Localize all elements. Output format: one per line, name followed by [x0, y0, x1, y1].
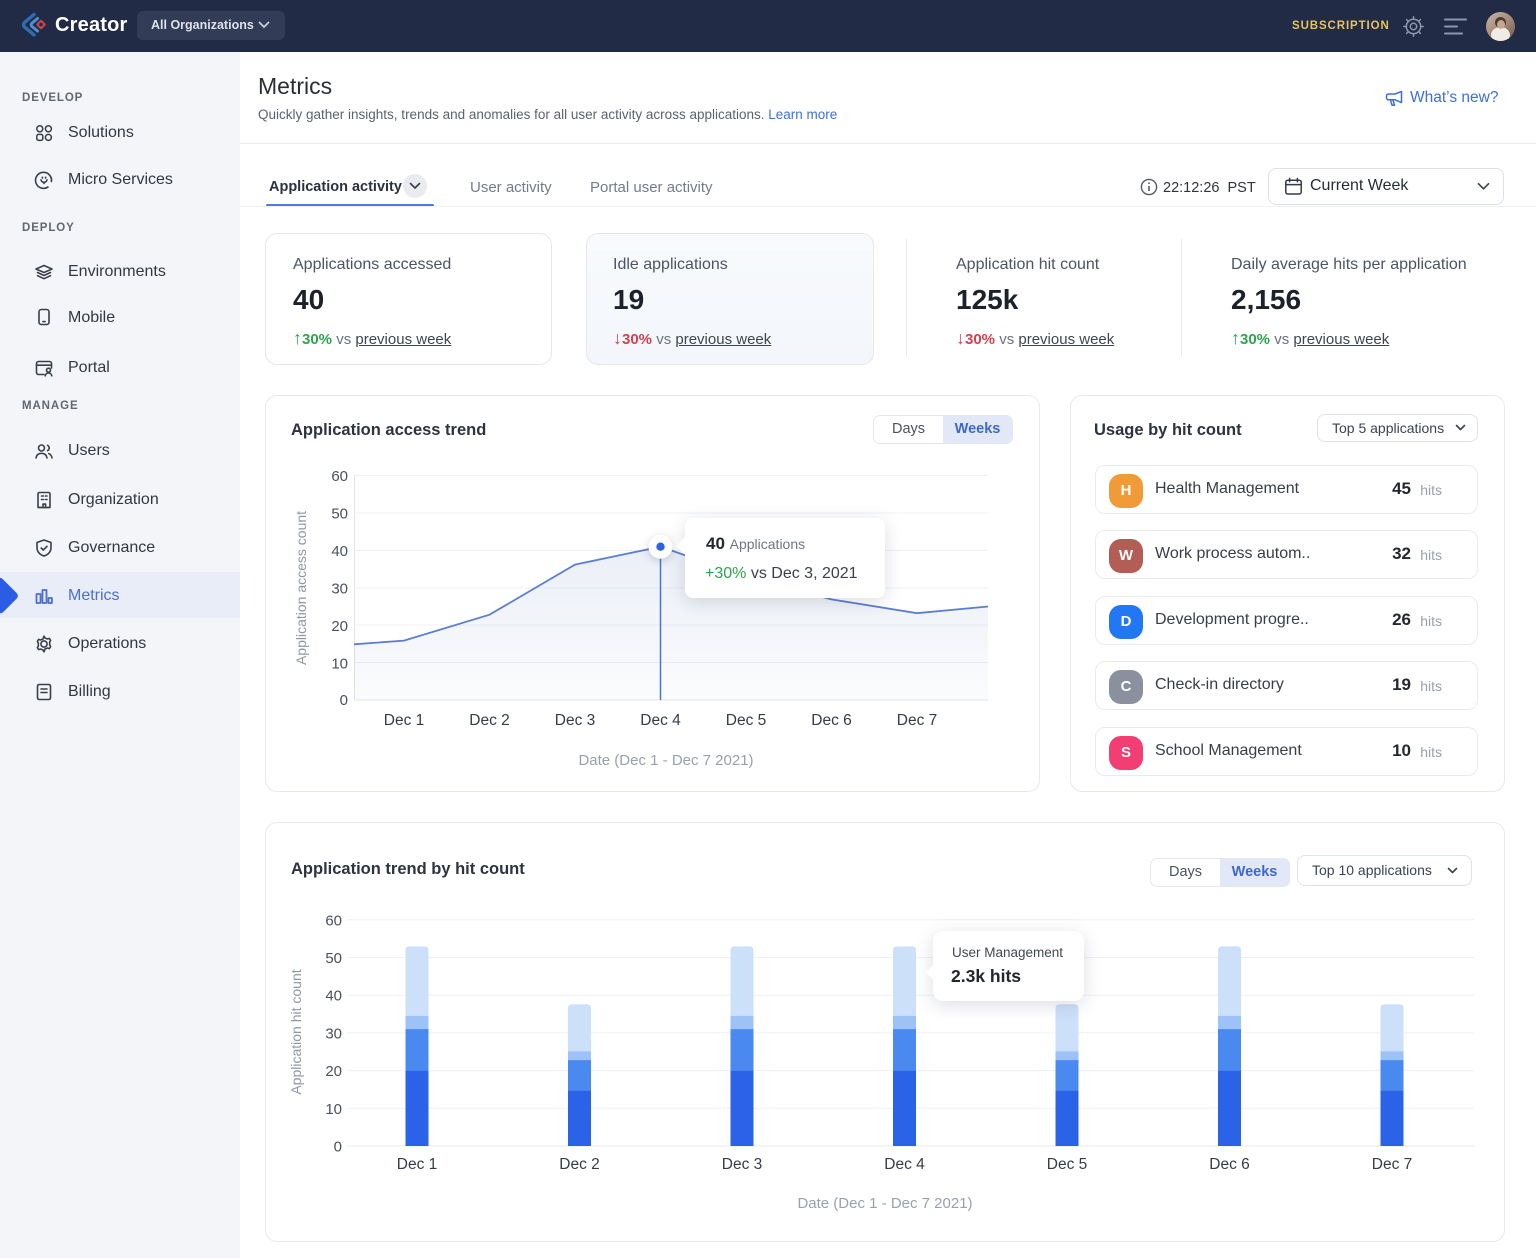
- svg-text:Dec 5: Dec 5: [1047, 1156, 1088, 1173]
- svg-text:Dec 6: Dec 6: [1209, 1156, 1250, 1173]
- svg-text:20: 20: [325, 1063, 342, 1080]
- svg-text:60: 60: [331, 468, 348, 485]
- svg-text:Dec 7: Dec 7: [897, 712, 938, 729]
- svg-text:0: 0: [334, 1139, 342, 1156]
- svg-text:30: 30: [325, 1025, 342, 1042]
- svg-text:Dec 2: Dec 2: [469, 712, 510, 729]
- svg-text:40: 40: [331, 543, 348, 560]
- svg-text:60: 60: [325, 912, 342, 929]
- svg-text:10: 10: [331, 656, 348, 673]
- svg-text:Dec 7: Dec 7: [1372, 1156, 1413, 1173]
- svg-text:10: 10: [325, 1101, 342, 1118]
- svg-text:Date (Dec 1 - Dec 7 2021): Date (Dec 1 - Dec 7 2021): [578, 752, 753, 769]
- svg-text:Dec 3: Dec 3: [722, 1156, 763, 1173]
- svg-text:Dec 2: Dec 2: [559, 1156, 600, 1173]
- svg-text:Date (Dec 1 - Dec 7 2021): Date (Dec 1 - Dec 7 2021): [797, 1195, 972, 1212]
- svg-text:Dec 4: Dec 4: [884, 1156, 925, 1173]
- svg-text:20: 20: [331, 618, 348, 635]
- svg-text:Dec 1: Dec 1: [384, 712, 425, 729]
- svg-text:40: 40: [325, 988, 342, 1005]
- svg-text:Dec 4: Dec 4: [640, 712, 681, 729]
- svg-text:0: 0: [340, 692, 348, 709]
- svg-text:30: 30: [331, 581, 348, 598]
- svg-text:Dec 5: Dec 5: [726, 712, 767, 729]
- svg-text:50: 50: [325, 950, 342, 967]
- svg-text:Dec 1: Dec 1: [397, 1156, 438, 1173]
- svg-text:Dec 6: Dec 6: [811, 712, 852, 729]
- svg-text:Dec 3: Dec 3: [555, 712, 596, 729]
- svg-text:50: 50: [331, 506, 348, 523]
